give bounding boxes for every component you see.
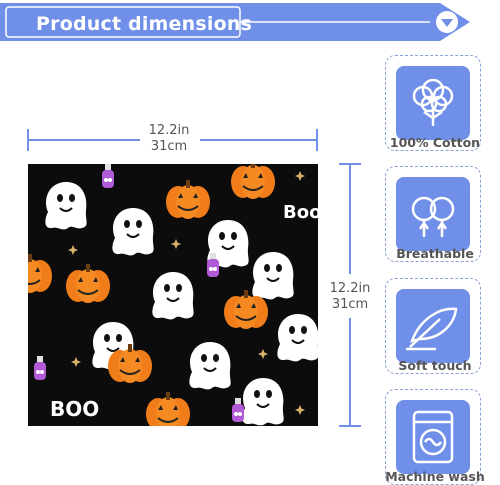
feature-icon [406, 307, 458, 351]
pumpkin-illustration [230, 164, 276, 200]
chevron-down-icon [436, 11, 458, 33]
halloween-pattern: Boo BOO [28, 164, 318, 426]
height-label: 12.2in 31cm [320, 281, 380, 313]
height-inches: 12.2in [329, 281, 371, 296]
page-title: Product dimensions [36, 13, 253, 35]
feature-label: Soft touch [398, 358, 472, 373]
product-pattern-image: Boo BOO [28, 164, 318, 426]
width-label: 12.2in 31cm [136, 123, 202, 155]
breathable-trees-icon [411, 196, 455, 237]
boo-text-small: Boo [283, 202, 318, 223]
header-banner: Product dimensions [0, 3, 470, 41]
ghost-illustration [44, 181, 88, 231]
feature-label: Machine wash [385, 469, 485, 484]
height-cm: 31cm [331, 297, 369, 312]
washing-machine-icon [412, 410, 454, 464]
width-cm: 31cm [150, 139, 188, 154]
pumpkin-illustration [165, 179, 211, 220]
feature-label: 100% Cotton [389, 135, 481, 150]
boo-text: BOO [50, 397, 99, 421]
feature-label: Breathable [396, 246, 474, 261]
width-inches: 12.2in [148, 123, 190, 138]
cotton-icon [412, 78, 454, 126]
